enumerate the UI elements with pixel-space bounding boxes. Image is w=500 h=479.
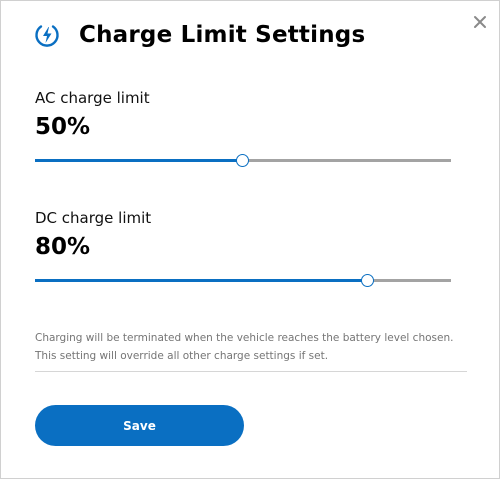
charge-note-line-2: This setting will override all other cha… (35, 350, 329, 362)
divider (35, 371, 467, 372)
charge-note-line-1: Charging will be terminated when the veh… (35, 332, 454, 344)
dc-charge-section: DC charge limit 80% (35, 209, 451, 288)
ac-charge-label: AC charge limit (35, 89, 150, 107)
ac-charge-section: AC charge limit 50% (35, 89, 451, 168)
ac-slider-fill (35, 159, 243, 162)
dc-charge-label: DC charge limit (35, 209, 152, 227)
charge-limit-dialog: Charge Limit Settings AC charge limit 50… (0, 0, 500, 479)
ac-slider-thumb[interactable] (236, 154, 249, 167)
close-icon[interactable] (471, 13, 489, 31)
dc-slider-fill (35, 279, 368, 282)
charge-note: Charging will be terminated when the veh… (35, 329, 471, 365)
dc-charge-value: 80% (35, 234, 91, 260)
save-button[interactable]: Save (35, 405, 244, 446)
dc-charge-slider[interactable] (35, 274, 451, 288)
dialog-title: Charge Limit Settings (79, 22, 366, 48)
charging-bolt-icon (35, 25, 59, 47)
dialog-header: Charge Limit Settings (33, 21, 365, 49)
dc-slider-thumb[interactable] (360, 274, 374, 287)
ac-charge-value: 50% (35, 114, 91, 140)
ac-charge-slider[interactable] (35, 154, 451, 168)
